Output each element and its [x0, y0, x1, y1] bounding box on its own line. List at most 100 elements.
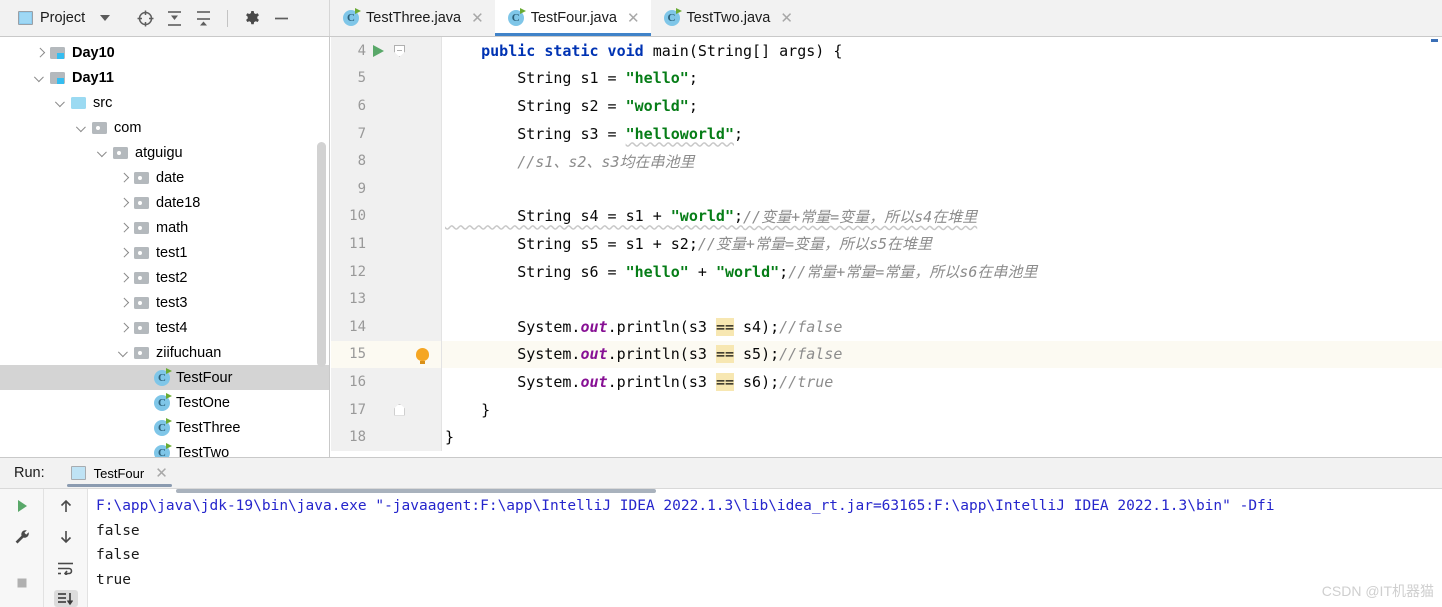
code-line[interactable]: 5 String s1 = "hello";: [331, 64, 1442, 93]
tree-item-label: math: [156, 219, 189, 236]
chevron-down-icon[interactable]: [100, 15, 111, 21]
tree-item-test2[interactable]: test2: [0, 265, 329, 290]
run-header: Run: TestFour ✕: [0, 458, 1442, 489]
chevron-right-icon[interactable]: [117, 296, 130, 309]
console-horizontal-scrollbar[interactable]: [176, 489, 656, 493]
tree-item-src[interactable]: src: [0, 90, 329, 115]
code-text: //s1、s2、s3均在串池里: [445, 147, 694, 175]
tree-item-testthree[interactable]: C TestThree: [0, 415, 329, 440]
code-line[interactable]: 15 System. out .println(s3 == s5);//false: [331, 340, 1442, 369]
code-editor[interactable]: 4 public static void main(String[] args)…: [331, 37, 1442, 457]
code-token: +: [688, 262, 716, 281]
chevron-down-icon[interactable]: [75, 121, 88, 134]
tree-item-test1[interactable]: test1: [0, 240, 329, 265]
java-class-icon: C: [663, 8, 682, 26]
editor-tab-testthree[interactable]: C TestThree.java ✕: [330, 0, 495, 36]
code-token: String s1 =: [445, 69, 626, 88]
chevron-right-icon[interactable]: [117, 321, 130, 334]
code-line[interactable]: 9: [331, 174, 1442, 203]
chevron-down-icon[interactable]: [117, 346, 130, 359]
code-line[interactable]: 10 String s4 = s1 + "world";//变量+常量=变量，所…: [331, 202, 1442, 231]
code-text: System. out .println(s3 == s4);//false: [445, 313, 842, 341]
gutter-divider: [441, 202, 442, 231]
scroll-to-end-button[interactable]: [53, 590, 78, 607]
locate-icon[interactable]: [136, 9, 154, 27]
tree-item-date18[interactable]: date18: [0, 190, 329, 215]
rerun-button[interactable]: [10, 498, 34, 514]
project-toolbar-icons: [136, 9, 290, 27]
code-area[interactable]: 4 public static void main(String[] args)…: [331, 37, 1442, 451]
code-text: String s3 = "helloworld";: [445, 120, 743, 148]
tree-item-test3[interactable]: test3: [0, 290, 329, 315]
tree-item-date[interactable]: date: [0, 165, 329, 190]
expand-all-icon[interactable]: [165, 9, 183, 27]
tree-item-day11[interactable]: Day11: [0, 65, 329, 90]
tree-item-testone[interactable]: C TestOne: [0, 390, 329, 415]
settings-gear-icon[interactable]: [243, 9, 261, 27]
tree-item-testtwo[interactable]: C TestTwo: [0, 440, 329, 457]
code-line[interactable]: 4 public static void main(String[] args)…: [331, 37, 1442, 65]
editor-tab-label: TestFour.java: [530, 10, 617, 26]
project-tree-panel[interactable]: Day10 Day11 src com atguigu date date18 math tes…: [0, 37, 330, 457]
soft-wrap-button[interactable]: [54, 560, 78, 577]
tree-item-label: ziifuchuan: [156, 344, 222, 361]
prev-occurrence-button[interactable]: [54, 498, 78, 515]
collapse-all-icon[interactable]: [194, 9, 212, 27]
stop-button[interactable]: [10, 575, 34, 591]
intention-bulb-icon[interactable]: [416, 341, 429, 369]
next-occurrence-button[interactable]: [54, 529, 78, 546]
code-line[interactable]: 17 }: [331, 395, 1442, 424]
code-line[interactable]: 8 //s1、s2、s3均在串池里: [331, 147, 1442, 175]
editor-tab-testfour[interactable]: C TestFour.java ✕: [494, 0, 651, 36]
tree-item-label: test3: [156, 294, 188, 311]
console-output[interactable]: F:\app\java\jdk-19\bin\java.exe "-javaag…: [88, 489, 1442, 607]
edit-configurations-button[interactable]: [10, 529, 34, 545]
tree-item-test4[interactable]: test4: [0, 315, 329, 340]
close-icon[interactable]: ✕: [155, 466, 168, 481]
chevron-right-icon[interactable]: [117, 246, 130, 259]
ide-window: Project C TestThree.java ✕ C TestFour.ja…: [0, 0, 1442, 607]
sidebar-scrollbar[interactable]: [317, 142, 326, 367]
code-line[interactable]: 6 String s2 = "world";: [331, 92, 1442, 120]
close-icon[interactable]: ✕: [471, 11, 484, 26]
tree-item-testfour[interactable]: C TestFour: [0, 365, 329, 390]
code-token: "world": [670, 207, 734, 226]
code-text: String s4 = s1 + "world";//变量+常量=变量，所以s4…: [445, 203, 977, 231]
chevron-right-icon[interactable]: [117, 196, 130, 209]
hide-panel-icon[interactable]: [272, 9, 290, 27]
tree-item-day10[interactable]: Day10: [0, 40, 329, 65]
close-icon[interactable]: ✕: [780, 11, 793, 26]
editor-tab-testtwo[interactable]: C TestTwo.java ✕: [650, 0, 804, 36]
line-number: 16: [349, 373, 366, 390]
run-gutter-icon[interactable]: [373, 37, 384, 65]
chevron-right-icon[interactable]: [117, 171, 130, 184]
chevron-right-icon[interactable]: [117, 221, 130, 234]
code-fold-icon[interactable]: [394, 396, 405, 424]
tree-item-ziifuchuan[interactable]: ziifuchuan: [0, 340, 329, 365]
code-line[interactable]: 16 System. out .println(s3 == s6);//true: [331, 368, 1442, 396]
code-line[interactable]: 13: [331, 285, 1442, 313]
code-line[interactable]: 12 String s6 = "hello" + "world";//常量+常量…: [331, 257, 1442, 286]
project-view-selector[interactable]: Project: [14, 8, 114, 28]
run-tab-testfour[interactable]: TestFour ✕: [63, 458, 176, 489]
code-line[interactable]: 14 System. out .println(s3 == s4);//false: [331, 312, 1442, 341]
code-line[interactable]: 11 String s5 = s1 + s2;//变量+常量=变量，所以s5在堆…: [331, 230, 1442, 258]
chevron-right-icon[interactable]: [117, 271, 130, 284]
console-command-line: F:\app\java\jdk-19\bin\java.exe "-javaag…: [96, 498, 1275, 514]
tree-item-math[interactable]: math: [0, 215, 329, 240]
tree-item-com[interactable]: com: [0, 115, 329, 140]
chevron-down-icon[interactable]: [54, 96, 67, 109]
close-icon[interactable]: ✕: [627, 11, 640, 26]
chevron-down-icon[interactable]: [33, 71, 46, 84]
code-token: out: [580, 317, 608, 336]
code-line[interactable]: 7 String s3 = "helloworld";: [331, 119, 1442, 148]
code-token: //常量+常量=常量，所以s6在串池里: [788, 263, 1038, 282]
run-right-toolbar: [44, 489, 88, 607]
tree-item-atguigu[interactable]: atguigu: [0, 140, 329, 165]
code-line[interactable]: 18}: [331, 423, 1442, 451]
editor-tab-label: TestThree.java: [366, 10, 462, 26]
chevron-down-icon[interactable]: [96, 146, 109, 159]
code-fold-icon[interactable]: [394, 37, 405, 65]
chevron-right-icon[interactable]: [33, 46, 46, 59]
